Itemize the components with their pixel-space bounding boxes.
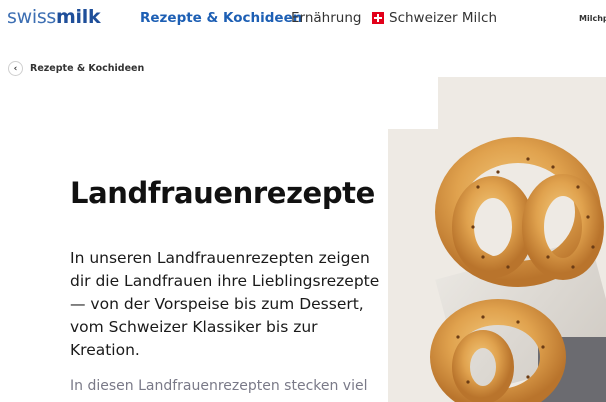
nav-item-rezepte[interactable]: Rezepte & Kochideen [140, 10, 302, 26]
page-title: Landfrauenrezepte [70, 176, 375, 210]
nav-item-schweizer-milch-label: Schweizer Milch [389, 10, 498, 26]
logo-part-milk: milk [56, 6, 101, 28]
nav-item-ernaehrung[interactable]: Ernährung [291, 10, 361, 26]
nav-item-schweizer-milch[interactable]: Schweizer Milch [372, 10, 497, 26]
site-header: swissmilk Rezepte & Kochideen Ernährung … [0, 0, 606, 40]
swiss-flag-icon [372, 12, 384, 24]
hero-secondary-text: In diesen Landfrauenrezepten stecken vie… [70, 378, 368, 394]
logo-part-swiss: swiss [7, 6, 57, 28]
swissmilk-logo[interactable]: swissmilk [7, 6, 101, 28]
nav-item-milchprodukte[interactable]: Milchp [579, 14, 606, 23]
breadcrumb-label: Rezepte & Kochideen [30, 63, 145, 74]
hero-lead-text: In unseren Landfrauenrezepten zeigen dir… [70, 249, 380, 359]
chevron-left-icon: ‹ [8, 61, 23, 76]
breadcrumb[interactable]: ‹ Rezepte & Kochideen [8, 61, 144, 76]
image-corner-notch [388, 77, 438, 129]
